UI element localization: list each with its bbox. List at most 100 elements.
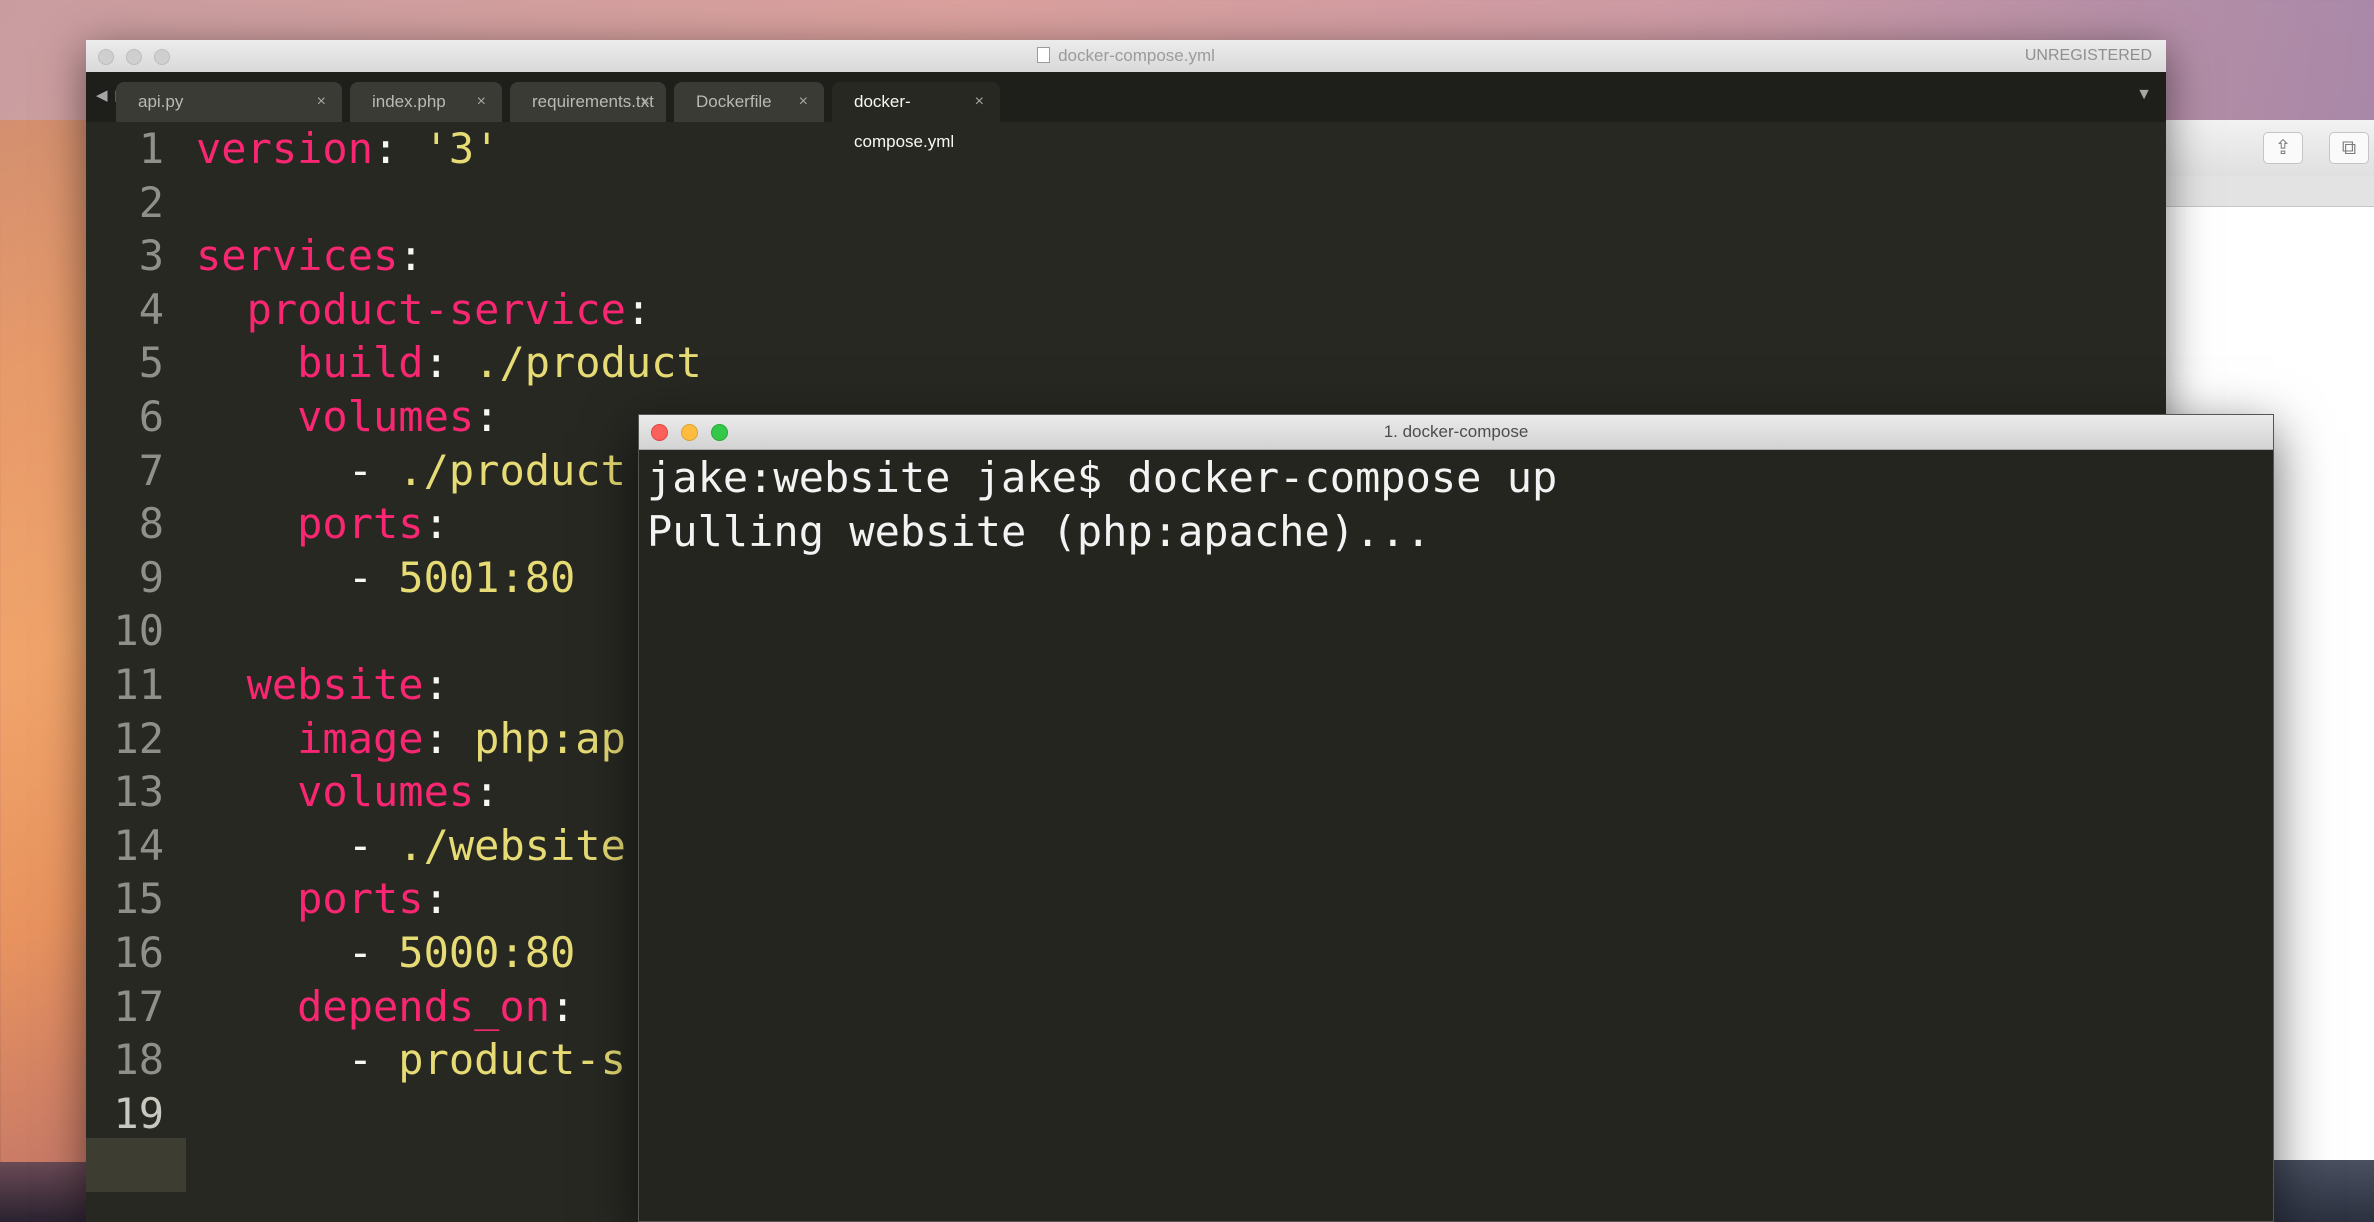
code-token: website	[196, 660, 424, 709]
code-token: -	[196, 445, 399, 495]
tab-docker-compose-yml[interactable]: docker-compose.yml ×	[832, 82, 1000, 151]
code-token: ports	[196, 499, 424, 549]
code-line[interactable]: 1 version: '3'	[86, 122, 2166, 176]
code-token: services	[196, 231, 399, 281]
code-token: :	[423, 338, 475, 388]
code-token: version	[196, 124, 374, 173]
code-text: - ./website	[196, 819, 626, 873]
close-tab-icon[interactable]: ×	[317, 82, 326, 122]
code-token: ./product	[474, 338, 702, 388]
tab-label: index.php	[372, 92, 446, 111]
line-number: 18	[113, 1035, 164, 1085]
code-line[interactable]: 3 services:	[86, 229, 2166, 283]
code-text: - ./product	[196, 444, 626, 498]
terminal-titlebar[interactable]: 1. docker-compose	[639, 415, 2273, 450]
code-token: '3'	[423, 124, 500, 173]
code-token: ./product	[398, 445, 626, 495]
line-number: 5	[138, 338, 164, 388]
current-line-highlight	[86, 1138, 186, 1192]
terminal-title: 1. docker-compose	[1383, 422, 1529, 441]
code-token: :	[373, 124, 424, 173]
code-token: 5001:80	[398, 552, 576, 602]
code-token: :	[474, 767, 500, 817]
share-icon[interactable]: ⇪	[2263, 132, 2303, 164]
code-text: product-service:	[196, 283, 652, 337]
tab-bar: ◀▶ api.py×index.php×requirements.txt×Doc…	[86, 72, 2166, 151]
close-tab-icon[interactable]: ×	[799, 82, 808, 122]
line-number: 1	[138, 124, 164, 173]
line-number: 12	[113, 713, 164, 763]
code-text: - 5000:80	[196, 926, 576, 980]
line-number: 4	[138, 284, 164, 334]
code-text: ports:	[196, 872, 449, 926]
code-line[interactable]: 4 product-service:	[86, 283, 2166, 337]
tab-api-py[interactable]: api.py ×	[116, 82, 342, 122]
tab-index-php[interactable]: index.php ×	[350, 82, 502, 122]
code-token: 5000:80	[398, 928, 576, 977]
line-number: 14	[113, 820, 164, 870]
code-token: :	[550, 981, 576, 1031]
code-token: -	[196, 928, 399, 977]
code-text: image: php:ap	[196, 712, 626, 766]
line-number: 6	[138, 392, 164, 441]
close-tab-icon[interactable]: ×	[477, 82, 486, 122]
code-text: build: ./product	[196, 336, 702, 390]
code-token: product-service	[196, 284, 626, 334]
tab-label: api.py	[138, 92, 184, 111]
code-token: ./website	[398, 820, 626, 870]
code-text: volumes:	[196, 390, 499, 444]
code-line[interactable]: 5 build: ./product	[86, 336, 2166, 390]
code-text: website:	[196, 658, 449, 712]
line-number: 13	[113, 767, 164, 817]
terminal-output[interactable]: jake:website jake$ docker-compose up Pul…	[647, 451, 2265, 1221]
line-number: 16	[113, 928, 164, 977]
code-token: :	[423, 660, 449, 709]
code-token: :	[398, 231, 424, 281]
code-token: build	[196, 338, 424, 388]
line-number: 3	[138, 231, 164, 281]
line-number: 8	[138, 499, 164, 549]
code-token: volumes	[196, 392, 475, 441]
code-text: - 5001:80	[196, 551, 576, 605]
code-text: - product-s	[196, 1033, 626, 1087]
line-number: 9	[138, 552, 164, 602]
line-number: 2	[138, 177, 164, 227]
code-token: depends_on	[196, 981, 551, 1031]
line-number: 10	[113, 606, 164, 656]
chevron-left-icon[interactable]: ◀	[96, 87, 116, 104]
code-token: product-s	[398, 1035, 626, 1085]
code-text: services:	[196, 229, 424, 283]
code-token: :	[423, 499, 449, 549]
close-tab-icon[interactable]: ×	[641, 82, 650, 122]
tab-menu-icon[interactable]: ▼	[2136, 86, 2152, 104]
line-number: 7	[138, 445, 164, 495]
line-number: 17	[113, 981, 164, 1031]
close-tab-icon[interactable]: ×	[975, 82, 984, 122]
code-text: ports:	[196, 497, 449, 551]
code-token: :	[625, 284, 652, 334]
document-icon	[1037, 47, 1051, 63]
code-token: volumes	[196, 767, 475, 817]
tabs-overview-icon[interactable]: ⧉	[2329, 132, 2369, 164]
code-token: -	[196, 820, 399, 870]
code-text: depends_on:	[196, 980, 575, 1034]
code-line[interactable]: 2	[86, 176, 2166, 230]
tab-dockerfile[interactable]: Dockerfile ×	[674, 82, 824, 122]
line-number: 11	[113, 660, 164, 709]
line-number: 19	[113, 1088, 164, 1138]
tab-requirements-txt[interactable]: requirements.txt ×	[510, 82, 666, 122]
code-token: ports	[196, 874, 424, 924]
license-status: UNREGISTERED	[2024, 47, 2152, 64]
editor-window-title: docker-compose.yml	[86, 40, 2166, 72]
code-token: :	[423, 713, 475, 763]
tab-label: requirements.txt	[532, 92, 654, 111]
terminal-window[interactable]: 1. docker-compose jake:website jake$ doc…	[638, 414, 2274, 1222]
background-window-tabbar	[2161, 176, 2374, 207]
editor-titlebar[interactable]: docker-compose.yml UNREGISTERED	[86, 40, 2166, 73]
code-token: image	[196, 713, 424, 763]
code-text: version: '3'	[196, 122, 499, 176]
line-number: 15	[113, 874, 164, 924]
code-token: :	[423, 874, 449, 924]
background-window-toolbar: ⇪ ⧉	[2161, 120, 2374, 177]
wallpaper-rock	[0, 1162, 86, 1222]
